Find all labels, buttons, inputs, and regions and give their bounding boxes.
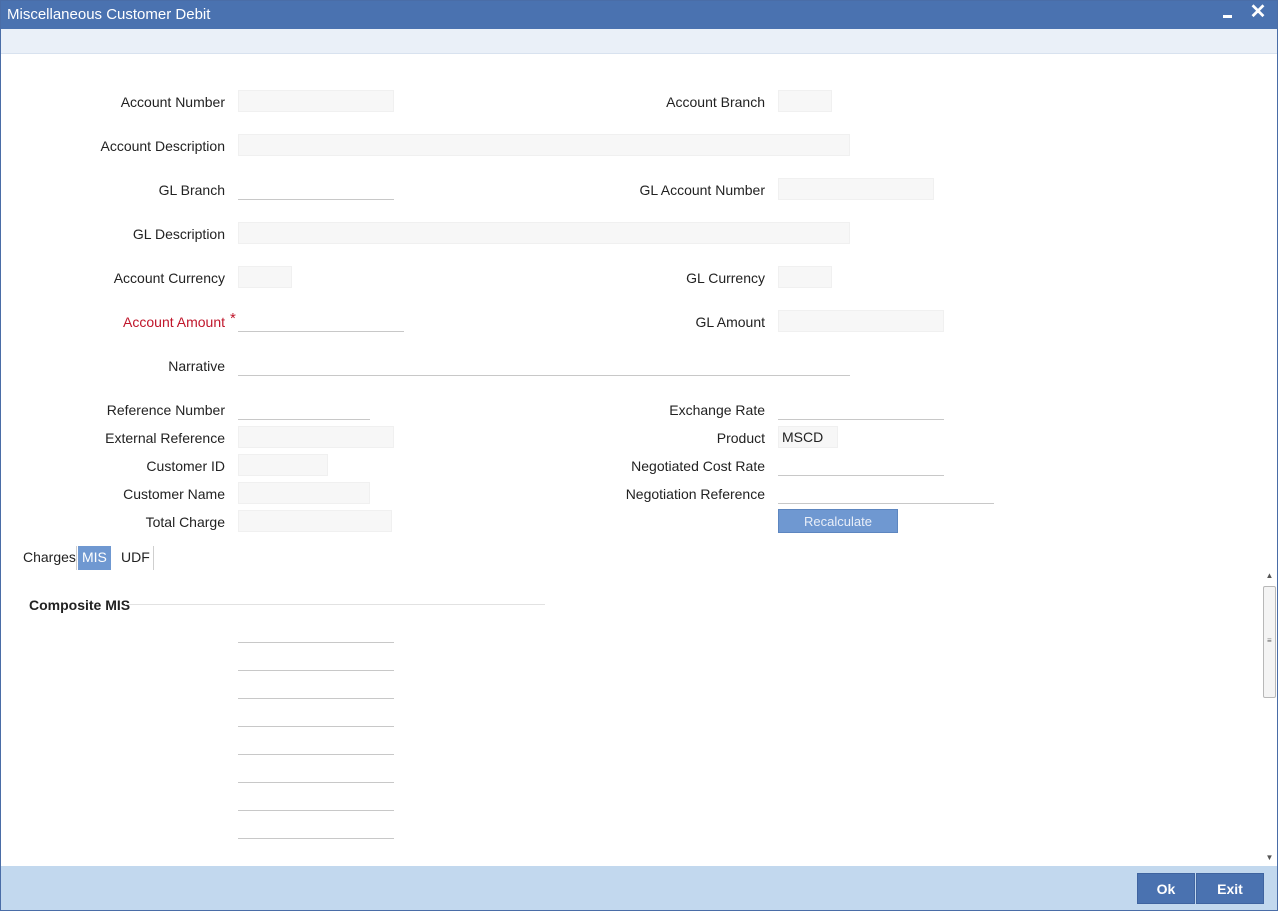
account-currency-field[interactable]	[238, 266, 292, 288]
total-charge-field[interactable]	[238, 510, 392, 532]
gl-currency-label: GL Currency	[686, 270, 765, 286]
mis-field[interactable]	[238, 679, 394, 699]
customer-name-label: Customer Name	[123, 486, 225, 502]
window-title: Miscellaneous Customer Debit	[7, 6, 211, 23]
required-marker: *	[230, 310, 236, 327]
customer-id-label: Customer ID	[146, 458, 225, 474]
tab-mis[interactable]: MIS	[78, 546, 111, 570]
mis-field[interactable]	[238, 623, 394, 643]
footer-bar	[1, 866, 1277, 910]
account-number-field[interactable]	[238, 90, 394, 112]
close-icon[interactable]: ✕	[1247, 1, 1269, 25]
tab-charges[interactable]: Charges	[19, 546, 80, 570]
tab-divider	[76, 546, 77, 570]
scroll-thumb[interactable]: ≡	[1263, 586, 1276, 698]
gl-account-number-label: GL Account Number	[639, 182, 765, 198]
exit-button[interactable]: Exit	[1196, 873, 1264, 904]
composite-mis-heading: Composite MIS	[29, 597, 131, 613]
recalculate-button[interactable]: Recalculate	[778, 509, 898, 533]
scroll-up-arrow-icon[interactable]: ▲	[1262, 568, 1277, 584]
gl-description-field[interactable]	[238, 222, 850, 244]
exchange-rate-label: Exchange Rate	[669, 402, 765, 418]
negotiation-reference-field[interactable]	[778, 482, 994, 504]
gl-amount-field[interactable]	[778, 310, 944, 332]
gl-branch-field[interactable]	[238, 178, 394, 200]
mis-field[interactable]	[238, 763, 394, 783]
account-amount-field[interactable]	[238, 310, 404, 332]
gl-account-number-field[interactable]	[778, 178, 934, 200]
section-divider	[125, 604, 545, 605]
narrative-field[interactable]	[238, 354, 850, 376]
toolbar-strip	[1, 29, 1277, 54]
gl-amount-label: GL Amount	[695, 314, 765, 330]
gl-currency-field[interactable]	[778, 266, 832, 288]
external-reference-label: External Reference	[105, 430, 225, 446]
account-number-label: Account Number	[120, 94, 225, 110]
reference-number-field[interactable]	[238, 398, 370, 420]
mis-field[interactable]	[238, 819, 394, 839]
account-branch-field[interactable]	[778, 90, 832, 112]
product-label: Product	[716, 430, 765, 446]
account-currency-label: Account Currency	[113, 270, 225, 286]
dialog-window: Miscellaneous Customer Debit ✕ Account N…	[0, 0, 1278, 911]
exchange-rate-field[interactable]	[778, 398, 944, 420]
ok-button[interactable]: Ok	[1137, 873, 1195, 904]
mis-field[interactable]	[238, 791, 394, 811]
narrative-label: Narrative	[168, 358, 225, 374]
account-description-field[interactable]	[238, 134, 850, 156]
customer-id-field[interactable]	[238, 454, 328, 476]
mis-field[interactable]	[238, 707, 394, 727]
gl-description-label: GL Description	[132, 226, 225, 242]
negotiated-cost-rate-field[interactable]	[778, 454, 944, 476]
external-reference-field[interactable]	[238, 426, 394, 448]
title-bar: Miscellaneous Customer Debit ✕	[1, 1, 1277, 29]
tab-divider	[153, 546, 154, 570]
gl-branch-label: GL Branch	[158, 182, 225, 198]
customer-name-field[interactable]	[238, 482, 370, 504]
account-amount-label: Account Amount	[123, 314, 225, 330]
total-charge-label: Total Charge	[145, 514, 225, 530]
negotiation-reference-label: Negotiation Reference	[625, 486, 765, 502]
vertical-scrollbar[interactable]: ▲ ≡ ▼	[1262, 568, 1277, 866]
grip-icon: ≡	[1267, 636, 1272, 645]
account-branch-label: Account Branch	[666, 94, 765, 110]
reference-number-label: Reference Number	[106, 402, 225, 418]
product-field[interactable]	[778, 426, 838, 448]
mis-field[interactable]	[238, 651, 394, 671]
scroll-down-arrow-icon[interactable]: ▼	[1262, 850, 1277, 866]
mis-field[interactable]	[238, 735, 394, 755]
account-description-label: Account Description	[100, 138, 225, 154]
minimize-button[interactable]	[1219, 3, 1237, 25]
negotiated-cost-rate-label: Negotiated Cost Rate	[631, 458, 765, 474]
tab-udf[interactable]: UDF	[117, 546, 154, 570]
